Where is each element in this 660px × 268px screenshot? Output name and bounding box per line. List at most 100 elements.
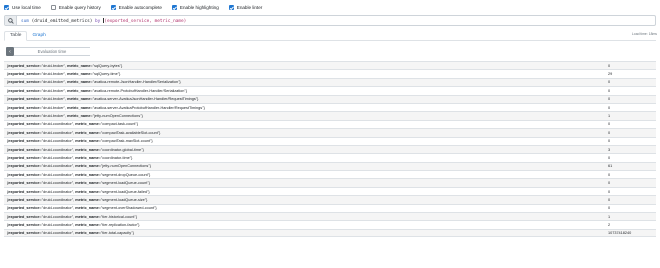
metric-name-value: tier-historical-count: [102, 214, 135, 219]
label-punct: "}: [154, 206, 157, 211]
option-1[interactable]: Enable query history: [50, 5, 101, 10]
label-key: exported_service: [8, 164, 40, 169]
series-labels: {exported_service="druid-broker", metric…: [4, 97, 606, 101]
series-value: 0: [608, 197, 611, 202]
option-checkbox[interactable]: [228, 5, 234, 10]
series-labels: {exported_service="druid-coordinator", m…: [4, 139, 606, 143]
series-labels: {exported_service="druid-coordinator", m…: [4, 173, 606, 177]
label-key: exported_service: [8, 189, 40, 194]
option-checkbox[interactable]: [4, 5, 9, 10]
exported-service-value: druid-coordinator: [43, 214, 72, 219]
option-2[interactable]: Enable autocomplete: [110, 5, 162, 10]
series-labels: {exported_service="druid-broker", metric…: [4, 64, 606, 68]
table-row: {exported_service="druid-coordinator", m…: [4, 170, 656, 178]
series-value: 0: [608, 97, 611, 102]
series-value: 0: [608, 172, 611, 177]
label-punct: "}: [195, 97, 199, 102]
prev-time-button[interactable]: ‹: [6, 47, 14, 56]
table-row: {exported_service="druid-broker", metric…: [4, 94, 656, 103]
metric-name-value: coordinator-time: [102, 155, 130, 160]
series-labels: {exported_service="druid-broker", metric…: [4, 80, 606, 84]
option-0[interactable]: Use local time: [4, 5, 41, 10]
exported-service-value: druid-broker: [43, 88, 64, 93]
table-row: {exported_service="druid-coordinator", m…: [4, 228, 656, 238]
label-punct: "}: [147, 172, 151, 177]
table-row: {exported_service="druid-coordinator", m…: [4, 153, 656, 161]
exported-service-value: druid-coordinator: [43, 181, 72, 186]
evaluation-time-controls: ‹ Evaluation time: [6, 47, 90, 56]
series-value: 0: [608, 181, 611, 186]
metric-name-value: tier-replication-factor: [102, 223, 137, 228]
option-3[interactable]: Enable highlighting: [171, 5, 219, 10]
label-key: metric_name: [67, 72, 91, 77]
label-key: metric_name: [75, 139, 99, 144]
tab-table[interactable]: Table: [4, 30, 28, 41]
label-key: exported_service: [8, 206, 40, 211]
expression-token: sum: [21, 18, 29, 24]
label-key: metric_name: [75, 231, 99, 235]
metric-name-value: avatica-server-AvaticaJsonHandler-Handle…: [94, 97, 196, 102]
label-key: exported_service: [8, 181, 40, 186]
evaluation-time-input[interactable]: Evaluation time: [14, 47, 90, 56]
expression-text[interactable]: sum (druid_emitted_metrics) by (exported…: [17, 17, 186, 24]
label-punct: "}: [134, 214, 137, 219]
label-punct: "}: [202, 105, 205, 110]
metric-name-value: avatica-remote-ProtobufHandler-Handler/S…: [94, 88, 185, 93]
option-4[interactable]: Enable linter: [228, 5, 262, 10]
label-key: exported_service: [8, 130, 40, 135]
metric-name-value: avatica-server-AvaticaProtobufHandler-Ha…: [94, 105, 203, 110]
label-punct: "}: [141, 147, 144, 152]
exported-service-value: druid-coordinator: [43, 223, 72, 228]
metric-name-value: segment-loadQueue-failed: [102, 189, 148, 194]
series-value: 29: [608, 72, 613, 77]
series-labels: {exported_service="druid-coordinator", m…: [4, 131, 606, 135]
series-value: 0: [608, 155, 611, 160]
series-value: 3: [608, 147, 611, 152]
table-row: {exported_service="druid-coordinator", m…: [4, 144, 656, 154]
option-label: Enable query history: [58, 5, 101, 10]
series-value: 0: [608, 139, 611, 144]
label-key: exported_service: [8, 223, 40, 228]
metric-name-value: segment-overShadowed-count: [102, 206, 155, 211]
option-checkbox[interactable]: [50, 5, 56, 10]
series-value: 1: [608, 214, 611, 219]
metric-name-value: avatica-remote-JsonHandler-Handler/Seria…: [94, 80, 179, 85]
label-key: exported_service: [8, 114, 40, 119]
search-icon[interactable]: [5, 16, 17, 25]
load-time: Load time: 18ms: [631, 32, 657, 36]
label-key: exported_service: [8, 105, 40, 110]
series-value: 0: [608, 105, 611, 110]
exported-service-value: druid-coordinator: [43, 164, 72, 169]
search-icon-glyph: [7, 17, 14, 24]
series-labels: {exported_service="druid-broker", metric…: [4, 106, 606, 110]
exported-service-value: druid-coordinator: [43, 139, 72, 144]
label-key: exported_service: [8, 88, 40, 93]
expression-input[interactable]: sum (druid_emitted_metrics) by (exported…: [4, 15, 656, 26]
series-value: 61: [608, 164, 613, 169]
label-punct: "}: [148, 164, 151, 169]
expression-token: (druid_emitted_metrics): [28, 18, 96, 24]
label-key: metric_name: [67, 97, 91, 102]
exported-service-value: druid-coordinator: [43, 122, 72, 127]
label-key: metric_name: [75, 164, 99, 169]
metric-name-value: segment-dropQueue-count: [102, 172, 148, 177]
label-key: exported_service: [8, 231, 40, 235]
metric-name-value: segment-loadQueue-count: [102, 181, 148, 186]
label-key: metric_name: [75, 181, 99, 186]
option-checkbox[interactable]: [171, 5, 177, 10]
table-row: {exported_service="druid-coordinator", m…: [4, 212, 656, 221]
exported-service-value: druid-broker: [43, 80, 64, 85]
label-key: metric_name: [75, 172, 99, 177]
results-table: {exported_service="druid-broker", metric…: [4, 61, 656, 238]
metric-name-value: coordinator-global-time: [102, 147, 142, 152]
tab-graph[interactable]: Graph: [27, 30, 50, 40]
series-value: 0: [608, 88, 611, 93]
label-key: exported_service: [8, 97, 40, 102]
label-key: exported_service: [8, 214, 40, 219]
option-checkbox[interactable]: [110, 5, 116, 10]
table-row: {exported_service="druid-coordinator", m…: [4, 136, 656, 145]
series-labels: {exported_service="druid-coordinator", m…: [4, 148, 606, 152]
series-labels: {exported_service="druid-coordinator", m…: [4, 190, 606, 194]
label-key: metric_name: [67, 105, 91, 110]
series-labels: {exported_service="druid-broker", metric…: [4, 114, 606, 118]
